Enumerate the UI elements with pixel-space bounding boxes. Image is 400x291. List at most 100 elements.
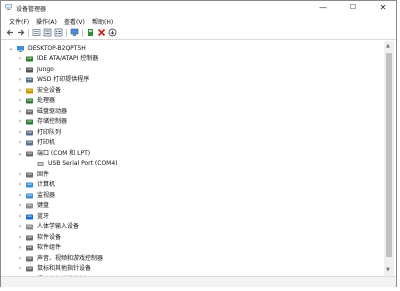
menu-action[interactable]: 操作(A): [36, 17, 57, 26]
tree-item[interactable]: › 磁盘驱动器: [2, 107, 302, 117]
properties-icon[interactable]: [32, 28, 41, 37]
tree-child-label: USB Serial Port (COM4): [48, 160, 118, 167]
chevron-right-icon[interactable]: ›: [17, 191, 23, 201]
tree-item[interactable]: › 打印机: [2, 138, 302, 148]
chevron-right-icon[interactable]: ›: [17, 65, 23, 75]
tree-item-label: 打印队列: [37, 128, 62, 136]
chevron-right-icon[interactable]: ›: [17, 201, 23, 211]
print-queue-icon: [26, 130, 33, 135]
hid-icon: [26, 224, 33, 230]
menu-file[interactable]: 文件(F): [9, 17, 29, 26]
minimize-button[interactable]: —: [311, 1, 335, 14]
tree-item[interactable]: › WSD 打印提供程序: [2, 75, 302, 85]
update-driver-icon[interactable]: [86, 28, 95, 37]
scroll-down-icon[interactable]: ▼: [386, 267, 390, 273]
tree-item[interactable]: › 存储控制器: [2, 117, 302, 127]
computer-icon: [26, 182, 33, 188]
chevron-down-icon[interactable]: ⌄: [8, 44, 14, 54]
chevron-right-icon[interactable]: ›: [17, 243, 23, 253]
chevron-right-icon[interactable]: ›: [17, 212, 23, 222]
maximize-button[interactable]: ☐: [341, 1, 365, 14]
window-title: 设备管理器: [16, 6, 47, 13]
close-button[interactable]: ✕: [371, 1, 395, 14]
title-bar[interactable]: 设备管理器 — ☐ ✕: [1, 1, 396, 14]
chevron-right-icon[interactable]: ›: [17, 86, 23, 96]
toolbar-separator: [28, 29, 29, 37]
scroll-up-icon[interactable]: ▲: [386, 43, 390, 49]
chevron-right-icon[interactable]: ›: [17, 264, 23, 274]
tree-item-label: 键盘: [37, 202, 50, 209]
menu-help[interactable]: 帮助(H): [92, 17, 113, 26]
chevron-right-icon[interactable]: ›: [17, 107, 23, 117]
tree-item-label: WSD 打印提供程序: [37, 76, 90, 83]
tree-item[interactable]: › 软件设备: [2, 233, 302, 243]
tree-item-label: 软件组件: [37, 244, 62, 251]
tree-item-label: 软件设备: [37, 233, 62, 241]
menu-bar: 文件(F) 操作(A) 查看(V) 帮助(H): [1, 15, 396, 26]
tree-item-label: 安全设备: [37, 86, 62, 94]
tree-item[interactable]: › 软件组件: [2, 243, 302, 253]
tree-item[interactable]: › 人体学输入设备: [2, 222, 302, 232]
tree-item[interactable]: › 键盘: [2, 201, 302, 211]
chevron-right-icon[interactable]: ›: [17, 54, 23, 64]
tree-item-label: 鼠标和其他指针设备: [37, 265, 92, 272]
tree-item[interactable]: › 鼠标和其他指针设备: [2, 264, 302, 274]
tree-view-icon[interactable]: [43, 28, 52, 37]
uninstall-icon[interactable]: [97, 28, 106, 37]
chevron-right-icon[interactable]: ›: [17, 138, 23, 148]
tree-item[interactable]: › 蓝牙: [2, 212, 302, 222]
tree-item[interactable]: › 监视器: [2, 191, 302, 201]
device-manager-icon: [5, 4, 12, 10]
chevron-right-icon[interactable]: ›: [17, 233, 23, 243]
chevron-right-icon[interactable]: ›: [17, 128, 23, 138]
device-manager-window: 设备管理器 — ☐ ✕ 文件(F) 操作(A) 查看(V) 帮助(H) ⌄ DE…: [0, 0, 397, 287]
tree-item[interactable]: ⌄ 端口 (COM 和 LPT): [2, 149, 302, 159]
chevron-right-icon[interactable]: ›: [17, 254, 23, 264]
computer-icon: [17, 46, 24, 52]
chevron-right-icon[interactable]: ›: [17, 170, 23, 180]
tree-root-label: DESKTOP-B2QPT5H: [28, 45, 86, 52]
tree-item[interactable]: › 计算机: [2, 180, 302, 190]
help-icon[interactable]: [54, 28, 63, 37]
chevron-down-icon[interactable]: ⌄: [17, 149, 23, 159]
toolbar-separator: [66, 29, 67, 37]
processor-icon: [26, 98, 33, 104]
software-component-icon: [26, 245, 33, 251]
tree-item[interactable]: › 打印队列: [2, 128, 302, 138]
chevron-right-icon[interactable]: ›: [17, 117, 23, 127]
chevron-right-icon[interactable]: ›: [17, 222, 23, 232]
storage-controller-icon: [26, 119, 33, 125]
chevron-right-icon[interactable]: ›: [17, 96, 23, 106]
tree-item-label: 打印机: [37, 139, 56, 146]
disk-drive-icon: [26, 109, 33, 114]
firmware-icon: [26, 172, 33, 177]
vertical-scrollbar[interactable]: ▲ ▼: [384, 41, 394, 276]
tree-item[interactable]: › 固件: [2, 170, 302, 180]
tree-child-item[interactable]: USB Serial Port (COM4): [2, 159, 302, 169]
security-icon: [26, 88, 33, 93]
tree-root-row[interactable]: ⌄ DESKTOP-B2QPT5H: [2, 44, 202, 54]
chevron-right-icon[interactable]: ›: [17, 180, 23, 190]
monitor-icon: [26, 193, 33, 198]
back-icon[interactable]: [6, 28, 15, 37]
tree-item-label: 人体学输入设备: [37, 223, 80, 230]
tree-item[interactable]: › 声音、视频和游戏控制器: [2, 254, 302, 264]
tree-item[interactable]: › Jungo: [2, 65, 302, 75]
menu-view[interactable]: 查看(V): [64, 17, 85, 26]
tree-item-label: 处理器: [37, 97, 56, 104]
tree-item-label: 蓝牙: [37, 212, 50, 220]
enable-device-icon[interactable]: [108, 28, 117, 37]
mouse-icon: [26, 266, 33, 272]
forward-icon[interactable]: [16, 28, 25, 37]
tree-item[interactable]: › 处理器: [2, 96, 302, 106]
printer-icon: [26, 77, 33, 83]
chevron-right-icon[interactable]: ›: [17, 75, 23, 85]
tree-item-label: 存储控制器: [37, 118, 68, 125]
keyboard-icon: [26, 203, 33, 209]
tree-item-label: 声音、视频和游戏控制器: [37, 254, 104, 262]
serial-port-icon: [37, 162, 44, 166]
tree-item[interactable]: › 安全设备: [2, 86, 302, 96]
scroll-thumb[interactable]: [386, 53, 392, 257]
scan-hardware-icon[interactable]: [70, 28, 79, 37]
tree-item[interactable]: › IDE ATA/ATAPI 控制器: [2, 54, 302, 64]
